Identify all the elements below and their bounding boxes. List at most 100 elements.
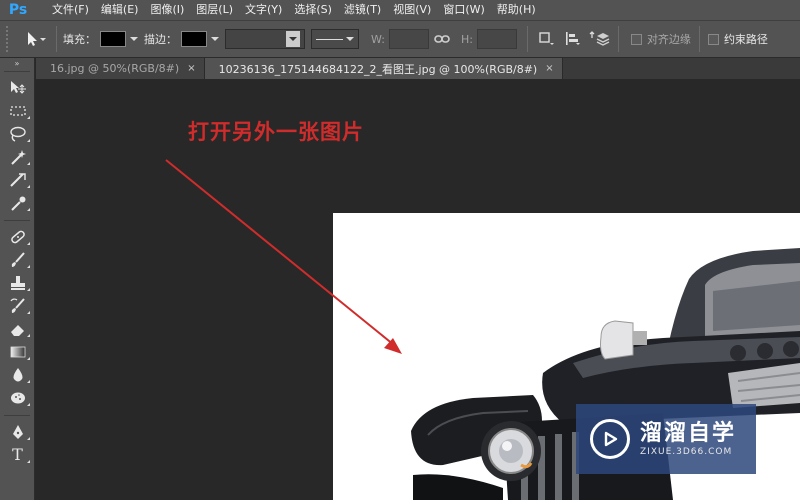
menu-bar: Ps 文件(F) 编辑(E) 图像(I) 图层(L) 文字(Y) 选择(S) 滤… <box>0 0 800 20</box>
sponge-tool[interactable] <box>0 386 35 409</box>
tab-label: 10236136_175144684122_2_看图王.jpg @ 100%(R… <box>218 62 538 76</box>
watermark-title: 溜溜自学 <box>640 421 737 446</box>
type-tool[interactable]: T <box>0 443 35 466</box>
brush-tool[interactable] <box>0 248 35 271</box>
menu-items: 文件(F) 编辑(E) 图像(I) 图层(L) 文字(Y) 选择(S) 滤镜(T… <box>46 0 542 20</box>
tab-label: 16.jpg @ 50%(RGB/8#) <box>50 62 180 75</box>
history-brush-icon <box>9 297 25 313</box>
menu-file[interactable]: 文件(F) <box>46 0 95 20</box>
path-operations-icon <box>539 32 554 45</box>
tools-panel: » T <box>0 58 35 500</box>
magic-wand-tool[interactable] <box>0 145 35 168</box>
width-label: W: <box>371 32 385 46</box>
stroke-type-dropdown[interactable] <box>311 29 359 49</box>
rectangular-marquee-icon <box>9 105 26 116</box>
photoshop-window: Ps 文件(F) 编辑(E) 图像(I) 图层(L) 文字(Y) 选择(S) 滤… <box>0 0 800 500</box>
pen-tool[interactable] <box>0 420 35 443</box>
align-edges-label: 对齐边缘 <box>646 33 691 46</box>
separator <box>698 26 700 52</box>
chain-link-icon <box>434 35 450 43</box>
gradient-tool[interactable] <box>0 340 35 363</box>
eraser-icon <box>10 324 24 336</box>
stamp-icon <box>10 275 25 290</box>
align-edges-checkbox[interactable] <box>630 33 642 45</box>
eyedropper-icon <box>10 196 25 211</box>
watermark-text: 溜溜自学 ZIXUE.3D66.COM <box>640 421 736 457</box>
stroke-color-swatch[interactable] <box>181 31 207 47</box>
chevron-down-icon <box>286 31 300 47</box>
menu-window[interactable]: 窗口(W) <box>437 0 490 20</box>
sponge-icon <box>10 392 25 403</box>
close-icon[interactable]: × <box>187 63 195 74</box>
stroke-width-dropdown[interactable] <box>225 29 305 49</box>
bandage-icon <box>10 230 25 243</box>
play-logo-icon <box>590 419 630 459</box>
lasso-tool[interactable] <box>0 122 35 145</box>
link-icon[interactable] <box>433 29 451 49</box>
blur-tool[interactable] <box>0 363 35 386</box>
move-tool[interactable] <box>0 76 35 99</box>
pen-icon <box>12 424 23 439</box>
crop-tool[interactable] <box>0 168 35 191</box>
menu-select[interactable]: 选择(S) <box>288 0 338 20</box>
move-icon <box>10 80 26 94</box>
menu-image[interactable]: 图像(I) <box>144 0 190 20</box>
watermark: 溜溜自学 ZIXUE.3D66.COM <box>576 404 756 474</box>
document-tabs: 16.jpg @ 50%(RGB/8#) × 10236136_17514468… <box>36 58 800 79</box>
type-icon: T <box>12 445 23 464</box>
path-operations-button[interactable] <box>536 28 558 50</box>
menu-type[interactable]: 文字(Y) <box>239 0 288 20</box>
watermark-url: ZIXUE.3D66.COM <box>640 447 733 457</box>
close-icon[interactable]: × <box>545 63 553 74</box>
lasso-icon <box>9 126 26 142</box>
chevron-down-icon[interactable] <box>130 37 138 41</box>
options-bar: 填充： 描边： W: H: 对齐边缘 约束路径 <box>0 20 800 58</box>
app-logo: Ps <box>8 2 28 18</box>
clone-stamp-tool[interactable] <box>0 271 35 294</box>
brush-icon <box>11 251 25 267</box>
menu-help[interactable]: 帮助(H) <box>491 0 542 20</box>
blur-drop-icon <box>13 367 22 381</box>
menu-filter[interactable]: 滤镜(T) <box>338 0 387 20</box>
constrain-path-checkbox[interactable] <box>707 33 719 45</box>
gradient-icon <box>10 346 25 357</box>
separator <box>617 26 619 52</box>
tab-document-1[interactable]: 16.jpg @ 50%(RGB/8#) × <box>36 58 205 79</box>
eraser-tool[interactable] <box>0 317 35 340</box>
path-arrangement-icon <box>589 31 610 46</box>
separator <box>56 26 57 52</box>
menu-view[interactable]: 视图(V) <box>387 0 437 20</box>
options-bar-grip[interactable] <box>6 26 12 52</box>
magic-wand-icon <box>10 149 26 165</box>
fill-color-swatch[interactable] <box>100 31 126 47</box>
path-alignment-icon <box>565 32 580 45</box>
tab-document-2[interactable]: 10236136_175144684122_2_看图王.jpg @ 100%(R… <box>204 58 563 79</box>
chevron-down-icon[interactable] <box>211 37 219 41</box>
slice-icon <box>9 172 26 187</box>
annotation-text: 打开另外一张图片 <box>188 119 364 144</box>
height-field[interactable] <box>476 29 517 49</box>
separator <box>4 409 30 416</box>
path-alignment-button[interactable] <box>562 28 584 50</box>
collapse-panel-button[interactable]: » <box>0 58 34 70</box>
height-label: H: <box>460 32 473 46</box>
eyedropper-tool[interactable] <box>0 191 35 214</box>
separator <box>4 214 30 221</box>
menu-edit[interactable]: 编辑(E) <box>95 0 145 20</box>
menu-layer[interactable]: 图层(L) <box>190 0 239 20</box>
stroke-line-preview <box>316 38 343 40</box>
tool-preset-picker[interactable] <box>20 26 50 52</box>
path-arrangement-button[interactable] <box>588 28 610 50</box>
constrain-path-label: 约束路径 <box>723 33 768 46</box>
play-icon <box>604 431 618 447</box>
chevron-down-icon <box>346 37 354 41</box>
stroke-label: 描边： <box>144 33 177 46</box>
fill-label: 填充： <box>63 33 96 46</box>
healing-brush-tool[interactable] <box>0 225 35 248</box>
marquee-tool[interactable] <box>0 99 35 122</box>
separator <box>526 26 528 52</box>
history-brush-tool[interactable] <box>0 294 35 317</box>
path-selection-icon <box>28 32 46 46</box>
width-field[interactable] <box>388 29 429 49</box>
separator <box>4 70 30 72</box>
